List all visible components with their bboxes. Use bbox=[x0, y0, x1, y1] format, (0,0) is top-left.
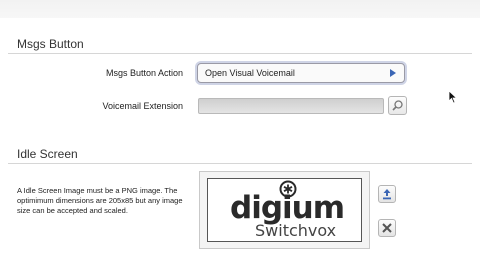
mouse-pointer-icon bbox=[448, 90, 458, 104]
idle-section-divider bbox=[8, 163, 472, 164]
voicemail-extension-label: Voicemail Extension bbox=[102, 101, 183, 111]
logo-sub-text: Switchvox bbox=[255, 221, 337, 240]
msgs-action-value: Open Visual Voicemail bbox=[205, 68, 295, 78]
magnifier-icon bbox=[392, 100, 403, 111]
top-strip bbox=[0, 0, 480, 18]
upload-image-button[interactable] bbox=[378, 185, 396, 203]
idle-image-preview: digium Switchvox bbox=[199, 171, 370, 249]
extension-lookup-button[interactable] bbox=[388, 96, 407, 115]
upload-icon bbox=[383, 189, 391, 200]
close-icon bbox=[382, 223, 392, 233]
logo-main-text: digium bbox=[230, 190, 345, 226]
msgs-section-title: Msgs Button bbox=[17, 37, 84, 51]
msgs-action-select[interactable]: Open Visual Voicemail bbox=[197, 63, 405, 83]
idle-image-description: A Idle Screen Image must be a PNG image.… bbox=[17, 186, 183, 215]
msgs-action-label: Msgs Button Action bbox=[105, 68, 183, 78]
msgs-section-divider bbox=[8, 53, 472, 54]
delete-image-button[interactable] bbox=[378, 219, 396, 237]
idle-section-title: Idle Screen bbox=[17, 147, 78, 161]
idle-image: digium Switchvox bbox=[207, 178, 362, 242]
voicemail-extension-input[interactable] bbox=[198, 98, 384, 114]
triangle-right-icon bbox=[390, 69, 396, 77]
